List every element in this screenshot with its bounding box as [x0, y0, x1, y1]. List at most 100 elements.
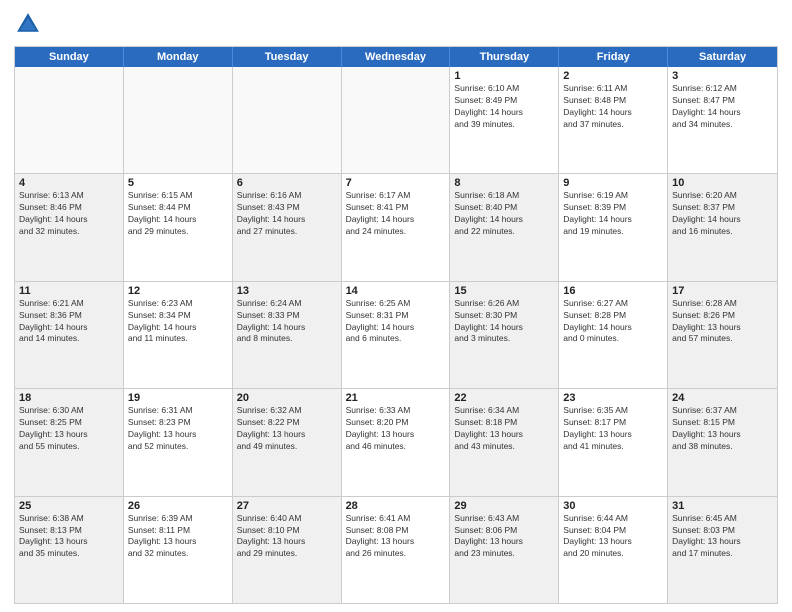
- calendar-cell: 27Sunrise: 6:40 AM Sunset: 8:10 PM Dayli…: [233, 497, 342, 603]
- day-info: Sunrise: 6:10 AM Sunset: 8:49 PM Dayligh…: [454, 83, 554, 131]
- calendar-cell: 5Sunrise: 6:15 AM Sunset: 8:44 PM Daylig…: [124, 174, 233, 280]
- day-number: 23: [563, 392, 663, 404]
- day-number: 9: [563, 177, 663, 189]
- day-info: Sunrise: 6:33 AM Sunset: 8:20 PM Dayligh…: [346, 405, 446, 453]
- day-info: Sunrise: 6:26 AM Sunset: 8:30 PM Dayligh…: [454, 298, 554, 346]
- day-info: Sunrise: 6:11 AM Sunset: 8:48 PM Dayligh…: [563, 83, 663, 131]
- day-info: Sunrise: 6:41 AM Sunset: 8:08 PM Dayligh…: [346, 513, 446, 561]
- day-number: 2: [563, 70, 663, 82]
- day-number: 19: [128, 392, 228, 404]
- calendar-week-3: 11Sunrise: 6:21 AM Sunset: 8:36 PM Dayli…: [15, 282, 777, 389]
- calendar-cell: 22Sunrise: 6:34 AM Sunset: 8:18 PM Dayli…: [450, 389, 559, 495]
- day-number: 26: [128, 500, 228, 512]
- calendar-cell: 20Sunrise: 6:32 AM Sunset: 8:22 PM Dayli…: [233, 389, 342, 495]
- calendar-cell: 2Sunrise: 6:11 AM Sunset: 8:48 PM Daylig…: [559, 67, 668, 173]
- day-info: Sunrise: 6:21 AM Sunset: 8:36 PM Dayligh…: [19, 298, 119, 346]
- calendar-cell: 7Sunrise: 6:17 AM Sunset: 8:41 PM Daylig…: [342, 174, 451, 280]
- logo-icon: [14, 10, 42, 38]
- calendar-cell: 15Sunrise: 6:26 AM Sunset: 8:30 PM Dayli…: [450, 282, 559, 388]
- calendar-week-1: 1Sunrise: 6:10 AM Sunset: 8:49 PM Daylig…: [15, 67, 777, 174]
- day-number: 7: [346, 177, 446, 189]
- header-day-wednesday: Wednesday: [342, 47, 451, 67]
- day-number: 10: [672, 177, 773, 189]
- calendar-cell: 11Sunrise: 6:21 AM Sunset: 8:36 PM Dayli…: [15, 282, 124, 388]
- day-info: Sunrise: 6:27 AM Sunset: 8:28 PM Dayligh…: [563, 298, 663, 346]
- day-info: Sunrise: 6:12 AM Sunset: 8:47 PM Dayligh…: [672, 83, 773, 131]
- day-info: Sunrise: 6:31 AM Sunset: 8:23 PM Dayligh…: [128, 405, 228, 453]
- day-info: Sunrise: 6:32 AM Sunset: 8:22 PM Dayligh…: [237, 405, 337, 453]
- calendar-cell: 13Sunrise: 6:24 AM Sunset: 8:33 PM Dayli…: [233, 282, 342, 388]
- day-number: 16: [563, 285, 663, 297]
- calendar-cell: 29Sunrise: 6:43 AM Sunset: 8:06 PM Dayli…: [450, 497, 559, 603]
- day-info: Sunrise: 6:30 AM Sunset: 8:25 PM Dayligh…: [19, 405, 119, 453]
- calendar-cell: 21Sunrise: 6:33 AM Sunset: 8:20 PM Dayli…: [342, 389, 451, 495]
- header-day-saturday: Saturday: [668, 47, 777, 67]
- day-number: 3: [672, 70, 773, 82]
- calendar-cell: [15, 67, 124, 173]
- calendar-cell: 3Sunrise: 6:12 AM Sunset: 8:47 PM Daylig…: [668, 67, 777, 173]
- calendar-cell: 10Sunrise: 6:20 AM Sunset: 8:37 PM Dayli…: [668, 174, 777, 280]
- calendar: SundayMondayTuesdayWednesdayThursdayFrid…: [14, 46, 778, 604]
- calendar-cell: 6Sunrise: 6:16 AM Sunset: 8:43 PM Daylig…: [233, 174, 342, 280]
- calendar-cell: 23Sunrise: 6:35 AM Sunset: 8:17 PM Dayli…: [559, 389, 668, 495]
- calendar-cell: 31Sunrise: 6:45 AM Sunset: 8:03 PM Dayli…: [668, 497, 777, 603]
- calendar-cell: 9Sunrise: 6:19 AM Sunset: 8:39 PM Daylig…: [559, 174, 668, 280]
- day-number: 30: [563, 500, 663, 512]
- day-number: 18: [19, 392, 119, 404]
- calendar-cell: 28Sunrise: 6:41 AM Sunset: 8:08 PM Dayli…: [342, 497, 451, 603]
- day-number: 15: [454, 285, 554, 297]
- logo: [14, 10, 46, 38]
- day-info: Sunrise: 6:19 AM Sunset: 8:39 PM Dayligh…: [563, 190, 663, 238]
- calendar-cell: 16Sunrise: 6:27 AM Sunset: 8:28 PM Dayli…: [559, 282, 668, 388]
- day-info: Sunrise: 6:34 AM Sunset: 8:18 PM Dayligh…: [454, 405, 554, 453]
- day-info: Sunrise: 6:28 AM Sunset: 8:26 PM Dayligh…: [672, 298, 773, 346]
- header-day-sunday: Sunday: [15, 47, 124, 67]
- calendar-cell: 14Sunrise: 6:25 AM Sunset: 8:31 PM Dayli…: [342, 282, 451, 388]
- day-info: Sunrise: 6:40 AM Sunset: 8:10 PM Dayligh…: [237, 513, 337, 561]
- calendar-cell: 24Sunrise: 6:37 AM Sunset: 8:15 PM Dayli…: [668, 389, 777, 495]
- day-info: Sunrise: 6:23 AM Sunset: 8:34 PM Dayligh…: [128, 298, 228, 346]
- header: [14, 10, 778, 38]
- day-number: 11: [19, 285, 119, 297]
- calendar-cell: 4Sunrise: 6:13 AM Sunset: 8:46 PM Daylig…: [15, 174, 124, 280]
- day-info: Sunrise: 6:45 AM Sunset: 8:03 PM Dayligh…: [672, 513, 773, 561]
- day-info: Sunrise: 6:35 AM Sunset: 8:17 PM Dayligh…: [563, 405, 663, 453]
- page: SundayMondayTuesdayWednesdayThursdayFrid…: [0, 0, 792, 612]
- calendar-week-5: 25Sunrise: 6:38 AM Sunset: 8:13 PM Dayli…: [15, 497, 777, 603]
- day-info: Sunrise: 6:20 AM Sunset: 8:37 PM Dayligh…: [672, 190, 773, 238]
- calendar-week-4: 18Sunrise: 6:30 AM Sunset: 8:25 PM Dayli…: [15, 389, 777, 496]
- day-number: 13: [237, 285, 337, 297]
- calendar-week-2: 4Sunrise: 6:13 AM Sunset: 8:46 PM Daylig…: [15, 174, 777, 281]
- day-info: Sunrise: 6:43 AM Sunset: 8:06 PM Dayligh…: [454, 513, 554, 561]
- day-number: 28: [346, 500, 446, 512]
- day-number: 31: [672, 500, 773, 512]
- day-info: Sunrise: 6:13 AM Sunset: 8:46 PM Dayligh…: [19, 190, 119, 238]
- day-number: 4: [19, 177, 119, 189]
- calendar-cell: 25Sunrise: 6:38 AM Sunset: 8:13 PM Dayli…: [15, 497, 124, 603]
- day-number: 17: [672, 285, 773, 297]
- day-info: Sunrise: 6:39 AM Sunset: 8:11 PM Dayligh…: [128, 513, 228, 561]
- calendar-cell: 30Sunrise: 6:44 AM Sunset: 8:04 PM Dayli…: [559, 497, 668, 603]
- day-info: Sunrise: 6:24 AM Sunset: 8:33 PM Dayligh…: [237, 298, 337, 346]
- calendar-cell: 26Sunrise: 6:39 AM Sunset: 8:11 PM Dayli…: [124, 497, 233, 603]
- day-number: 5: [128, 177, 228, 189]
- day-info: Sunrise: 6:16 AM Sunset: 8:43 PM Dayligh…: [237, 190, 337, 238]
- calendar-cell: [342, 67, 451, 173]
- day-number: 27: [237, 500, 337, 512]
- day-number: 21: [346, 392, 446, 404]
- day-number: 20: [237, 392, 337, 404]
- header-day-friday: Friday: [559, 47, 668, 67]
- calendar-cell: 8Sunrise: 6:18 AM Sunset: 8:40 PM Daylig…: [450, 174, 559, 280]
- day-number: 8: [454, 177, 554, 189]
- day-number: 25: [19, 500, 119, 512]
- day-info: Sunrise: 6:25 AM Sunset: 8:31 PM Dayligh…: [346, 298, 446, 346]
- calendar-cell: 12Sunrise: 6:23 AM Sunset: 8:34 PM Dayli…: [124, 282, 233, 388]
- day-number: 6: [237, 177, 337, 189]
- day-number: 14: [346, 285, 446, 297]
- calendar-cell: 19Sunrise: 6:31 AM Sunset: 8:23 PM Dayli…: [124, 389, 233, 495]
- day-info: Sunrise: 6:44 AM Sunset: 8:04 PM Dayligh…: [563, 513, 663, 561]
- day-info: Sunrise: 6:38 AM Sunset: 8:13 PM Dayligh…: [19, 513, 119, 561]
- calendar-cell: 1Sunrise: 6:10 AM Sunset: 8:49 PM Daylig…: [450, 67, 559, 173]
- calendar-cell: [124, 67, 233, 173]
- day-number: 22: [454, 392, 554, 404]
